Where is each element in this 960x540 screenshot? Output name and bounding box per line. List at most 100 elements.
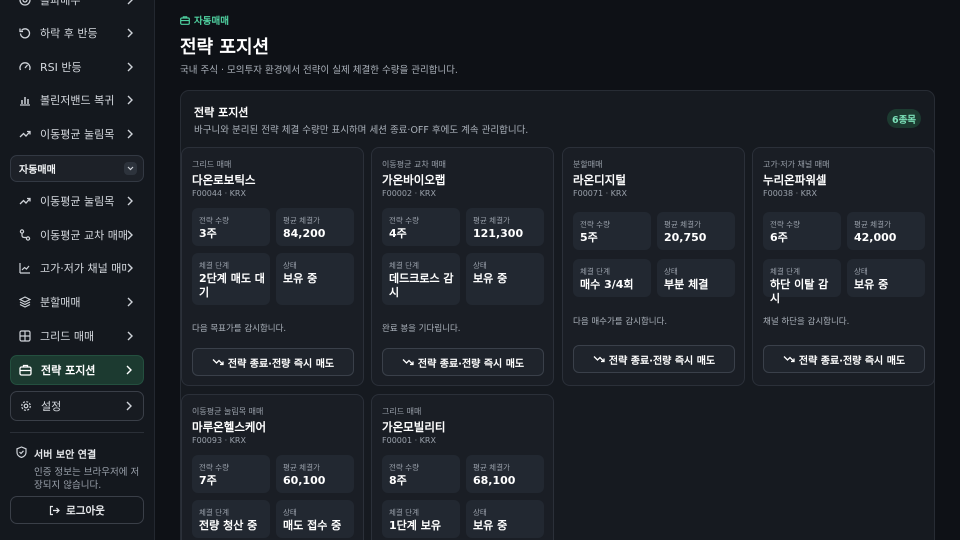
chevron-right-icon xyxy=(127,0,135,5)
sidebar: 돌파매수 하락 후 반등 RSI 반등 볼린저밴드 복귀 이동평균 눌림목 자동… xyxy=(0,0,155,540)
qty-value: 3주 xyxy=(199,227,217,240)
trend-up-icon xyxy=(18,128,31,141)
avg-price-value: 42,000 xyxy=(854,231,897,244)
avg-price-cell: 평균 체결가 121,300 xyxy=(466,208,544,246)
avg-price-label: 평균 체결가 xyxy=(283,463,320,472)
target-icon xyxy=(18,0,31,7)
sidebar-item-channel[interactable]: 고가·저가 채널 매매 xyxy=(10,253,144,283)
stage-cell: 체결 단계 전량 청산 중 xyxy=(192,500,270,538)
stop-sell-all-label: 전략 종료·전량 즉시 매도 xyxy=(798,355,906,367)
sidebar-item-ma-pullback[interactable]: 이동평균 눌림목 xyxy=(10,119,144,149)
trend-down-icon xyxy=(402,359,414,366)
stage-label: 체결 단계 xyxy=(580,267,610,276)
avg-price-label: 평균 체결가 xyxy=(473,463,510,472)
status-label: 상태 xyxy=(473,261,487,270)
sidebar-item-breakout[interactable]: 돌파매수 xyxy=(10,0,144,15)
status-cell: 상태부분 체결 xyxy=(657,259,735,297)
briefcase-icon xyxy=(19,364,32,377)
sidebar-item-label: 전략 포지션 xyxy=(41,364,96,377)
stock-code: F00044 · KRX xyxy=(192,189,246,198)
sidebar-item-rebound[interactable]: 하락 후 반등 xyxy=(10,18,144,48)
section-dropdown-auto-trading[interactable]: 자동매매 xyxy=(10,155,144,182)
stop-sell-all-button[interactable]: 전략 종료·전량 즉시 매도 xyxy=(763,345,925,373)
qty-cell: 전략 수량 5주 xyxy=(573,212,651,250)
chevron-right-icon xyxy=(126,365,134,375)
position-card: 그리드 매매 다온로보틱스 F00044 · KRX 전략 수량 3주 평균 체결… xyxy=(181,147,364,386)
avg-price-value: 121,300 xyxy=(473,227,524,240)
status-label: 상태 xyxy=(283,508,297,517)
sidebar-item-split[interactable]: 분할매매 xyxy=(10,287,144,317)
stock-name: 누리온파워셀 xyxy=(763,173,827,187)
stage-cell: 체결 단계 매수 3/4회 xyxy=(573,259,651,297)
sidebar-item-rsi[interactable]: RSI 반등 xyxy=(10,52,144,82)
sidebar-item-settings[interactable]: 설정 xyxy=(10,391,144,421)
status-value: 부분 체결 xyxy=(664,278,709,291)
stock-code: F00093 · KRX xyxy=(192,436,246,445)
stop-sell-all-button[interactable]: 전략 종료·전량 즉시 매도 xyxy=(382,348,544,376)
stock-name: 라온디지털 xyxy=(573,173,626,187)
qty-label: 전략 수량 xyxy=(389,463,419,472)
stock-code: F00038 · KRX xyxy=(763,189,817,198)
stock-name: 다온로보틱스 xyxy=(192,173,256,187)
strategy-type: 그리드 매매 xyxy=(192,160,232,169)
secure-title: 서버 보안 연결 xyxy=(34,450,97,461)
qty-label: 전략 수량 xyxy=(580,220,610,229)
secure-connection-info: 서버 보안 연결 인증 정보는 브라우저에 저장되지 않습니다. xyxy=(16,446,144,492)
qty-cell: 전략 수량 6주 xyxy=(763,212,841,250)
avg-price-value: 20,750 xyxy=(664,231,707,244)
sidebar-item-auto-ma-pullback[interactable]: 이동평균 눌림목 xyxy=(10,186,144,216)
rotate-icon xyxy=(18,27,31,40)
page-title: 전략 포지션 xyxy=(180,37,270,58)
panel-description: 바구니와 분리된 전략 체결 수량만 표시하며 세션 종료·OFF 후에도 계속… xyxy=(194,125,529,136)
secure-description: 인증 정보는 브라우저에 저장되지 않습니다. xyxy=(34,467,140,491)
stop-sell-all-label: 전략 종료·전량 즉시 매도 xyxy=(608,355,716,367)
qty-cell: 전략 수량 8주 xyxy=(382,455,460,493)
stock-name: 가온바이오랩 xyxy=(382,173,446,187)
stage-label: 체결 단계 xyxy=(389,261,419,270)
status-cell: 상태 보유 중 xyxy=(466,500,544,538)
section-label: 자동매매 xyxy=(19,165,56,176)
chevron-right-icon xyxy=(127,297,135,307)
position-card: 분할매매 라온디지털 F00071 · KRX 전략 수량 5주 평균 체결가 20… xyxy=(562,147,745,386)
qty-cell: 전략 수량 4주 xyxy=(382,208,460,246)
sidebar-item-ma-cross[interactable]: 이동평균 교차 매매 xyxy=(10,220,144,250)
stage-cell: 체결 단계 데드크로스 감시 xyxy=(382,253,460,305)
sidebar-item-grid[interactable]: 그리드 매매 xyxy=(10,321,144,351)
sidebar-item-label: 분할매매 xyxy=(40,296,81,309)
sidebar-item-label: 볼린저밴드 복귀 xyxy=(40,94,115,107)
stock-name: 가온모빌리티 xyxy=(382,420,446,434)
panel-title: 전략 포지션 xyxy=(194,106,249,119)
stop-sell-all-button[interactable]: 전략 종료·전량 즉시 매도 xyxy=(573,345,735,373)
logout-icon xyxy=(50,505,61,515)
stop-sell-all-button[interactable]: 전략 종료·전량 즉시 매도 xyxy=(192,348,354,376)
strategy-type: 이동평균 교차 매매 xyxy=(382,160,446,169)
stage-label: 체결 단계 xyxy=(199,261,229,270)
status-label: 상태 xyxy=(473,508,487,517)
qty-value: 4주 xyxy=(389,227,407,240)
status-label: 상태 xyxy=(664,267,678,276)
briefcase-icon xyxy=(180,15,190,25)
stage-cell: 체결 단계 2단계 매도 대기 xyxy=(192,253,270,305)
sidebar-item-strategy-positions[interactable]: 전략 포지션 xyxy=(10,355,144,385)
stage-value: 하단 이탈 감시 xyxy=(770,278,829,305)
page-subtitle: 국내 주식 · 모의투자 환경에서 전략이 실제 체결한 수량을 관리합니다. xyxy=(180,65,458,76)
sidebar-item-label: 고가·저가 채널 매매 xyxy=(40,262,127,275)
stock-name: 마루온헬스케어 xyxy=(192,420,267,434)
bar-chart-icon xyxy=(18,94,31,107)
qty-label: 전략 수량 xyxy=(770,220,800,229)
qty-value: 7주 xyxy=(199,474,217,487)
avg-price-value: 84,200 xyxy=(283,227,326,240)
status-value: 보유 중 xyxy=(283,272,318,285)
position-note: 다음 목표가를 감시합니다. xyxy=(192,324,287,334)
stage-value: 전량 청산 중 xyxy=(199,519,258,532)
chevron-right-icon xyxy=(127,95,135,105)
stock-code: F00002 · KRX xyxy=(382,189,436,198)
chevron-right-icon xyxy=(127,28,135,38)
sidebar-item-bollinger[interactable]: 볼린저밴드 복귀 xyxy=(10,85,144,115)
logout-button[interactable]: 로그아웃 xyxy=(10,496,144,524)
stage-label: 체결 단계 xyxy=(389,508,419,517)
sidebar-item-label: 그리드 매매 xyxy=(40,330,95,343)
avg-price-label: 평균 체결가 xyxy=(473,216,510,225)
strategy-type: 이동평균 눌림목 매매 xyxy=(192,407,264,416)
qty-label: 전략 수량 xyxy=(389,216,419,225)
